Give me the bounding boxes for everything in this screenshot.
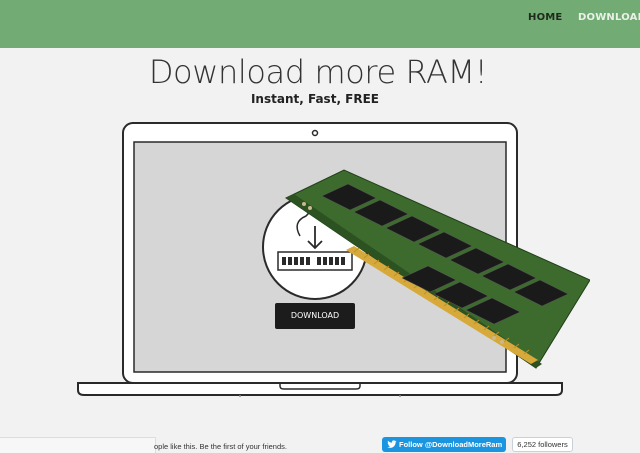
nav-home-link[interactable]: HOME bbox=[528, 12, 562, 23]
facebook-like-text: ople like this. Be the first of your fri… bbox=[154, 442, 287, 451]
facebook-like-bar: ople like this. Be the first of your fri… bbox=[0, 437, 380, 453]
twitter-follow-button[interactable]: Follow @DownloadMoreRam bbox=[382, 437, 506, 452]
twitter-bird-icon bbox=[387, 440, 397, 448]
navbar: HOME DOWNLOAD bbox=[0, 0, 640, 48]
followers-count: 6,252 followers bbox=[512, 437, 573, 452]
twitter-follow-label: Follow @DownloadMoreRam bbox=[399, 440, 503, 449]
ram-stick-icon bbox=[285, 169, 590, 369]
page-subtitle: Instant, Fast, FREE bbox=[250, 92, 380, 106]
facebook-like-box[interactable] bbox=[0, 437, 156, 453]
nav-download-link[interactable]: DOWNLOAD bbox=[578, 12, 640, 23]
page-title: Download more RAM! bbox=[148, 53, 488, 91]
